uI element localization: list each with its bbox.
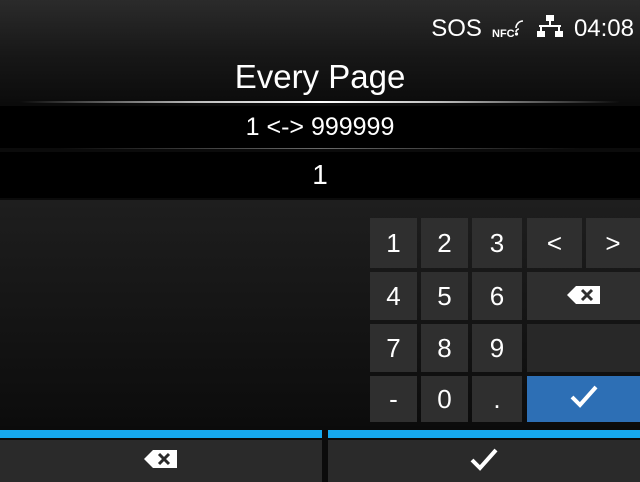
keypad: 1 2 3 < > 4 5 6 7 8 9 - 0 . (0, 200, 640, 426)
backspace-icon (566, 281, 602, 312)
key-8[interactable]: 8 (421, 324, 468, 372)
sos-label: SOS (431, 14, 482, 42)
value-field[interactable]: 1 (0, 152, 640, 198)
range-display: 1 <-> 999999 (0, 106, 640, 148)
header: SOS NFC 04:08 Every Page (0, 0, 640, 103)
key-3[interactable]: 3 (472, 218, 522, 268)
checkmark-icon (469, 447, 499, 476)
key-2[interactable]: 2 (421, 218, 468, 268)
key-9[interactable]: 9 (472, 324, 522, 372)
page-title: Every Page (234, 58, 406, 95)
cursor-left-button[interactable]: < (527, 218, 582, 268)
status-bar: SOS NFC 04:08 (431, 14, 634, 43)
backspace-button[interactable] (527, 272, 640, 320)
clock: 04:08 (573, 14, 634, 42)
checkmark-icon (569, 384, 599, 415)
key-0[interactable]: 0 (421, 376, 468, 422)
key-4[interactable]: 4 (370, 272, 417, 320)
keypad-blank (527, 324, 640, 372)
cancel-button[interactable] (0, 440, 322, 482)
confirm-button[interactable] (328, 440, 640, 482)
screen: SOS NFC 0 4:08 Every Page 1 <-> 999999 1 … (0, 0, 640, 482)
key-7[interactable]: 7 (370, 324, 417, 372)
cursor-right-button[interactable]: > (586, 218, 640, 268)
key-6[interactable]: 6 (472, 272, 522, 320)
enter-button[interactable] (527, 376, 640, 422)
title-divider (20, 101, 620, 103)
key-5[interactable]: 5 (421, 272, 468, 320)
nfc-text: NFC (492, 28, 515, 40)
key-dot[interactable]: . (472, 376, 522, 422)
key-minus[interactable]: - (370, 376, 417, 422)
backspace-icon (143, 449, 179, 474)
key-1[interactable]: 1 (370, 218, 417, 268)
nfc-icon: NFC (492, 18, 526, 40)
row-divider (60, 148, 580, 149)
accent-bar-left (0, 430, 322, 438)
accent-bar-right (328, 430, 640, 438)
network-icon (536, 14, 564, 43)
